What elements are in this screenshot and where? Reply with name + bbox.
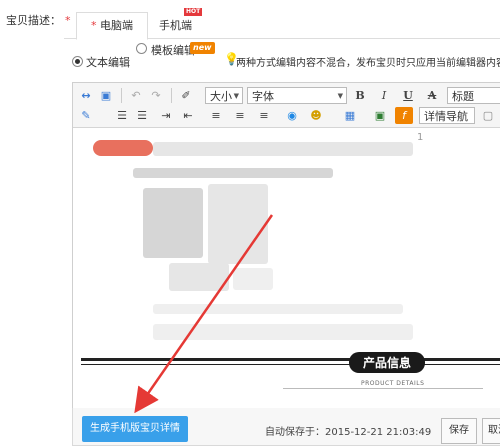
format-painter-icon[interactable]: ✐ xyxy=(177,87,195,104)
section-divider xyxy=(81,364,500,365)
section-divider xyxy=(81,358,500,361)
fullscreen-icon[interactable]: ▢ xyxy=(479,107,497,124)
strikethrough-button[interactable]: A xyxy=(423,87,441,104)
flash-icon[interactable]: f xyxy=(395,107,413,124)
details-rule xyxy=(283,388,483,389)
heading-select-value: 标题 xyxy=(452,90,474,103)
heading-select[interactable]: 标题 xyxy=(447,87,500,104)
source-code-icon[interactable]: ↔ xyxy=(77,87,95,104)
template-edit-label[interactable]: 模板编辑 xyxy=(151,42,195,58)
undo-icon[interactable]: ↶ xyxy=(127,87,145,104)
underline-button[interactable]: U xyxy=(399,87,417,104)
editor-content-area[interactable]: 1 产品信息 PRODUCT DETAILS xyxy=(73,128,500,408)
description-label-text: 宝贝描述： xyxy=(6,14,61,27)
font-size-select-value: 大小 xyxy=(210,90,232,103)
align-center-icon[interactable]: ≡ xyxy=(231,107,249,124)
new-badge: new xyxy=(190,42,215,54)
tab-pc-label: 电脑端 xyxy=(100,19,133,32)
autosave-status: 自动保存于：2015-12-21 21:03:49 xyxy=(265,423,431,438)
italic-button[interactable]: I xyxy=(375,87,393,104)
editor-toolbar: ↔ ▣ ↶ ↷ ✐ 大小 ▼ 字体 ▼ B I U A 标题 ✎ ☰ ☰ ⇥ ⇤ ≡… xyxy=(73,83,500,128)
font-size-select[interactable]: 大小 ▼ xyxy=(205,87,243,104)
blurred-text xyxy=(233,268,273,290)
redo-icon[interactable]: ↷ xyxy=(147,87,165,104)
chevron-down-icon: ▼ xyxy=(337,92,343,100)
toolbar-separator xyxy=(171,88,172,103)
tab-mobile[interactable]: 手机端 xyxy=(144,12,207,40)
detail-nav-select[interactable]: 详情导航 xyxy=(419,107,475,124)
image-icon[interactable]: ▣ xyxy=(371,107,389,124)
blurred-text xyxy=(153,304,403,314)
generate-mobile-details-button[interactable]: 生成手机版宝贝详情 xyxy=(82,416,188,442)
align-right-icon[interactable]: ≡ xyxy=(255,107,273,124)
autosave-label: 自动保存于： xyxy=(265,427,325,438)
preview-icon[interactable]: ▣ xyxy=(97,87,115,104)
blurred-image xyxy=(143,188,203,258)
unordered-list-icon[interactable]: ☰ xyxy=(133,107,151,124)
table-icon[interactable]: ▦ xyxy=(341,107,359,124)
detail-nav-select-value: 详情导航 xyxy=(424,110,468,123)
tab-pc[interactable]: * 电脑端 xyxy=(76,12,148,40)
blurred-image xyxy=(208,184,268,264)
indent-icon[interactable]: ⇥ xyxy=(157,107,175,124)
save-button[interactable]: 保存 xyxy=(441,418,477,444)
outdent-icon[interactable]: ⇤ xyxy=(179,107,197,124)
bold-button[interactable]: B xyxy=(351,87,369,104)
device-tab-bar: * 电脑端 手机端 HOT xyxy=(64,6,500,40)
text-edit-radio[interactable] xyxy=(72,56,83,67)
chevron-down-icon: ▼ xyxy=(233,92,239,100)
font-family-select-value: 字体 xyxy=(252,90,274,103)
emoji-icon[interactable]: ☻ xyxy=(307,107,325,124)
hot-badge: HOT xyxy=(184,8,203,16)
text-color-icon[interactable]: ✎ xyxy=(77,107,95,124)
blurred-banner xyxy=(93,140,153,156)
ordered-list-icon[interactable]: ☰ xyxy=(113,107,131,124)
blurred-text xyxy=(153,324,413,340)
cancel-button[interactable]: 取消 xyxy=(482,418,500,444)
tab-mobile-label: 手机端 xyxy=(159,19,192,32)
blurred-text xyxy=(153,142,413,156)
description-label: 宝贝描述： * xyxy=(6,12,71,28)
template-edit-radio[interactable] xyxy=(136,43,147,54)
rich-text-editor: ↔ ▣ ↶ ↷ ✐ 大小 ▼ 字体 ▼ B I U A 标题 ✎ ☰ ☰ ⇥ ⇤ ≡… xyxy=(72,82,500,409)
text-edit-label[interactable]: 文本编辑 xyxy=(86,54,130,70)
align-left-icon[interactable]: ≡ xyxy=(207,107,225,124)
editor-tip-text: 两种方式编辑内容不混合，发布宝贝时只应用当前编辑器内容 xyxy=(236,58,500,69)
toolbar-separator xyxy=(121,88,122,103)
link-icon[interactable]: ◉ xyxy=(283,107,301,124)
blurred-text xyxy=(133,168,333,178)
tab-pc-required-mark: * xyxy=(91,19,97,32)
autosave-time: 2015-12-21 21:03:49 xyxy=(325,427,432,438)
line-number: 1 xyxy=(417,132,424,143)
font-family-select[interactable]: 字体 ▼ xyxy=(247,87,347,104)
product-info-badge: 产品信息 xyxy=(349,352,426,373)
blurred-text xyxy=(169,263,229,291)
product-details-caption: PRODUCT DETAILS xyxy=(361,380,425,387)
